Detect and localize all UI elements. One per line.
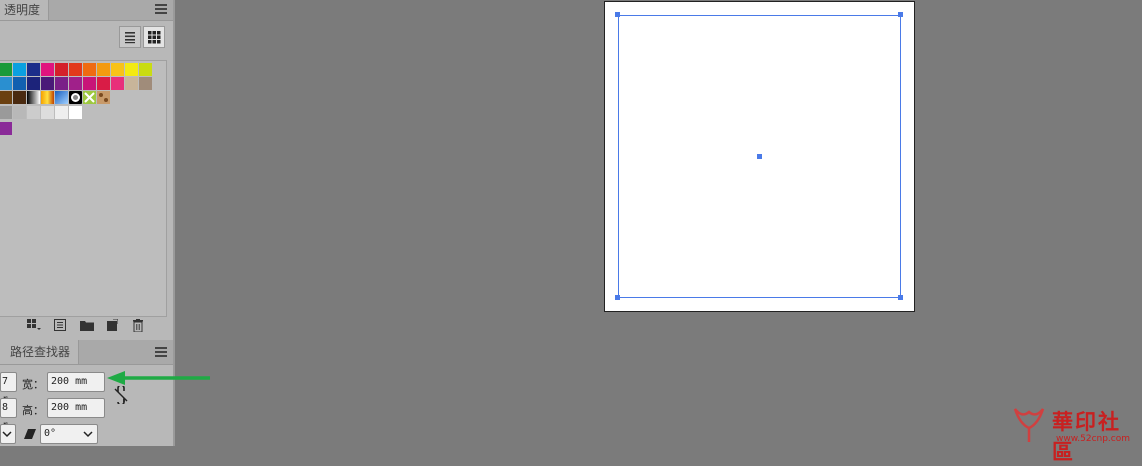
color-swatch[interactable] (97, 77, 110, 90)
color-swatch[interactable] (13, 63, 26, 76)
width-field[interactable]: 200 mm (47, 372, 105, 392)
pattern-swatch-green[interactable] (83, 91, 96, 104)
gradient-swatch-orange[interactable] (41, 91, 54, 104)
y-field[interactable]: 8 r (0, 398, 17, 431)
swatch-options-icon[interactable] (54, 319, 66, 331)
new-folder-icon[interactable] (80, 319, 94, 331)
panel-menu-icon[interactable] (155, 4, 167, 14)
color-swatch[interactable] (41, 77, 54, 90)
watermark: 華印社區 www.52cnp.com (1012, 404, 1140, 464)
center-point[interactable] (757, 154, 762, 159)
color-swatch[interactable] (69, 77, 82, 90)
color-swatch[interactable] (139, 63, 152, 76)
rotate-dropdown[interactable] (0, 424, 16, 444)
color-swatch[interactable] (27, 77, 40, 90)
color-swatch[interactable] (55, 63, 68, 76)
shear-chevron-down-icon[interactable] (81, 427, 95, 441)
grid-view-icon (148, 31, 161, 44)
color-swatch[interactable] (125, 63, 138, 76)
watermark-logo-icon (1013, 408, 1045, 442)
color-swatch[interactable] (55, 106, 68, 119)
color-swatch[interactable] (27, 63, 40, 76)
height-label: 高： (22, 404, 44, 417)
color-swatch[interactable] (13, 77, 26, 90)
swatch-library-icon[interactable] (27, 319, 41, 331)
handle-top-left[interactable] (615, 12, 620, 17)
color-swatch[interactable] (0, 91, 12, 104)
transparency-tabbar: 透明度 (0, 0, 173, 21)
constrain-proportions-link-icon[interactable] (113, 384, 129, 406)
color-swatch[interactable] (13, 106, 26, 119)
color-swatch[interactable] (69, 106, 82, 119)
color-swatch[interactable] (69, 63, 82, 76)
handle-top-right[interactable] (898, 12, 903, 17)
color-swatch[interactable] (13, 91, 26, 104)
pathfinder-menu-icon[interactable] (155, 347, 167, 357)
trash-icon[interactable] (132, 319, 144, 333)
annotation-arrow (107, 370, 211, 386)
grid-view-button[interactable] (143, 26, 165, 48)
shear-value: 0° (44, 428, 57, 439)
tab-transparency[interactable]: 透明度 (0, 0, 50, 20)
color-swatch[interactable] (111, 77, 124, 90)
color-swatch[interactable] (125, 77, 138, 90)
shear-icon (24, 428, 36, 440)
color-swatch[interactable] (97, 63, 110, 76)
new-swatch-icon[interactable] (106, 318, 119, 331)
color-swatch[interactable] (83, 63, 96, 76)
x-field[interactable]: 7 r (0, 372, 17, 405)
gradient-swatch-blue[interactable] (55, 91, 68, 104)
shear-field[interactable]: 0° (40, 424, 98, 444)
list-view-icon (125, 32, 135, 44)
swatches-grid (0, 60, 167, 317)
chevron-down-icon (2, 431, 12, 438)
tab-pathfinder[interactable]: 路径查找器 (0, 340, 80, 364)
color-swatch[interactable] (111, 63, 124, 76)
color-swatch[interactable] (41, 63, 54, 76)
color-swatch[interactable] (0, 77, 12, 90)
list-view-button[interactable] (119, 26, 141, 48)
watermark-url: www.52cnp.com (1056, 434, 1131, 444)
pattern-swatch-dots[interactable] (69, 91, 82, 104)
height-field[interactable]: 200 mm (47, 398, 105, 418)
color-swatch[interactable] (55, 77, 68, 90)
color-swatch[interactable] (27, 106, 40, 119)
pathfinder-tabbar: 路径查找器 (0, 340, 173, 365)
color-swatch[interactable] (0, 122, 12, 135)
width-label: 宽： (22, 378, 44, 391)
handle-bottom-left[interactable] (615, 295, 620, 300)
color-swatch[interactable] (41, 106, 54, 119)
color-swatch[interactable] (0, 106, 12, 119)
color-swatch[interactable] (139, 77, 152, 90)
color-swatch[interactable] (83, 77, 96, 90)
handle-bottom-right[interactable] (898, 295, 903, 300)
color-swatch[interactable] (0, 63, 12, 76)
gradient-swatch-bw[interactable] (27, 91, 40, 104)
pattern-swatch-brown[interactable] (97, 91, 110, 104)
